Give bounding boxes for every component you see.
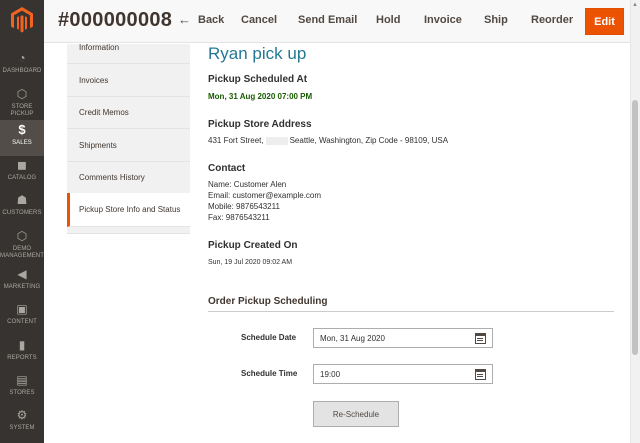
tab-information[interactable]: Information (67, 31, 190, 64)
menu-item-label: DEMO MANAGEMENT (0, 246, 45, 259)
schedule-time-value: 19:00 (320, 369, 341, 379)
menu-item-label: STORES (9, 390, 35, 396)
dollar-icon: $ (18, 122, 26, 137)
menu-item-store-pickup[interactable]: ⬡ STORE PICKUP (0, 84, 44, 120)
contact-mobile: Mobile: 9876543211 (208, 202, 280, 211)
menu-item-customers[interactable]: ☗ CUSTOMERS (0, 190, 44, 226)
hexagon-icon: ⬡ (16, 87, 28, 101)
contact-email: Email: customer@example.com (208, 191, 322, 200)
gear-icon: ⚙ (16, 408, 28, 422)
address-city: Seattle, Washington, Zip Code - 98109, U… (289, 136, 449, 145)
menu-item-label: REPORTS (7, 355, 37, 361)
order-view-tabs: Information Invoices Credit Memos Shipme… (67, 43, 190, 234)
menu-item-reports[interactable]: ▮ REPORTS (0, 335, 44, 371)
contact-name: Name: Customer Alen (208, 180, 287, 189)
invoice-button[interactable]: Invoice (424, 14, 462, 26)
tab-shipments[interactable]: Shipments (67, 129, 190, 162)
menu-item-label: CUSTOMERS (2, 210, 42, 216)
menu-item-label: SYSTEM (9, 425, 35, 431)
scrollbar-thumb[interactable] (632, 100, 638, 355)
pickup-created-heading: Pickup Created On (208, 240, 298, 251)
bar-chart-icon: ▮ (18, 338, 26, 352)
menu-item-label: CATALOG (7, 175, 37, 181)
calendar-icon[interactable] (475, 333, 486, 344)
menu-item-content[interactable]: ▣ CONTENT (0, 299, 44, 335)
menu-item-catalog[interactable]: ◼ CATALOG (0, 155, 44, 191)
pickup-address-heading: Pickup Store Address (208, 119, 312, 130)
menu-item-demo-management[interactable]: ⬡ DEMO MANAGEMENT (0, 226, 44, 262)
tab-pickup-store-info[interactable]: Pickup Store Info and Status (67, 193, 190, 227)
redacted-region (265, 136, 288, 145)
menu-item-label: MARKETING (3, 284, 41, 290)
tab-credit-memos[interactable]: Credit Memos (67, 96, 190, 129)
cancel-button[interactable]: Cancel (241, 14, 277, 26)
schedule-time-input[interactable]: 19:00 (313, 364, 493, 384)
arrow-left-icon: ← (178, 12, 191, 27)
schedule-date-input[interactable]: Mon, 31 Aug 2020 (313, 328, 493, 348)
reschedule-button[interactable]: Re-Schedule (313, 401, 399, 427)
send-email-button[interactable]: Send Email (298, 14, 357, 26)
person-icon: ☗ (16, 193, 28, 207)
page-title: #000000008 (58, 9, 173, 31)
magento-logo-icon (11, 7, 33, 33)
menu-item-label: STORE PICKUP (10, 104, 34, 117)
contact-heading: Contact (208, 163, 246, 174)
admin-menu: ◔ DASHBOARD ⬡ STORE PICKUP $ SALES ◼ CATALOG ☗ CU… (0, 0, 44, 443)
contact-fax: Fax: 9876543211 (208, 213, 270, 222)
ship-button[interactable]: Ship (484, 14, 508, 26)
tab-comments-history[interactable]: Comments History (67, 161, 190, 194)
schedule-date-value: Mon, 31 Aug 2020 (320, 333, 385, 343)
menu-item-label: DASHBOARD (2, 68, 42, 74)
pickup-store-title: Ryan pick up (208, 44, 307, 63)
layout-icon: ▣ (16, 302, 28, 316)
box-icon: ◼ (17, 158, 27, 172)
megaphone-icon: ◀ (17, 267, 27, 281)
calendar-icon[interactable] (475, 369, 486, 380)
hold-button[interactable]: Hold (376, 14, 400, 26)
reorder-button[interactable]: Reorder (531, 14, 573, 26)
menu-item-marketing[interactable]: ◀ MARKETING (0, 264, 44, 300)
order-pickup-scheduling-heading: Order Pickup Scheduling (208, 296, 328, 307)
menu-item-sales[interactable]: $ SALES (0, 120, 44, 156)
schedule-time-label: Schedule Time (241, 369, 298, 378)
scroll-up-arrow-icon[interactable]: ▲ (632, 2, 638, 8)
menu-item-system[interactable]: ⚙ SYSTEM (0, 405, 44, 441)
address-street: 431 Fort Street, (208, 136, 264, 145)
pickup-address: 431 Fort Street, Seattle, Washington, Zip… (208, 136, 448, 147)
menu-item-label: SALES (12, 140, 32, 146)
back-button-label: Back (198, 14, 225, 26)
schedule-date-label: Schedule Date (241, 333, 297, 342)
edit-button[interactable]: Edit (585, 8, 624, 35)
pickup-scheduled-heading: Pickup Scheduled At (208, 74, 308, 85)
magento-logo[interactable] (0, 0, 44, 40)
pickup-scheduled-value: Mon, 31 Aug 2020 07:00 PM (208, 92, 313, 101)
menu-item-stores[interactable]: ▤ STORES (0, 370, 44, 406)
menu-item-dashboard[interactable]: ◔ DASHBOARD (0, 48, 44, 84)
dashboard-icon: ◔ (18, 51, 26, 65)
hexagon-icon: ⬡ (16, 229, 28, 243)
tab-invoices[interactable]: Invoices (67, 64, 190, 97)
divider (208, 311, 614, 312)
pickup-created-value: Sun, 19 Jul 2020 09:02 AM (208, 259, 293, 266)
store-icon: ▤ (16, 373, 28, 387)
menu-item-label: CONTENT (7, 319, 37, 325)
back-button[interactable]: ← Back (178, 12, 225, 27)
